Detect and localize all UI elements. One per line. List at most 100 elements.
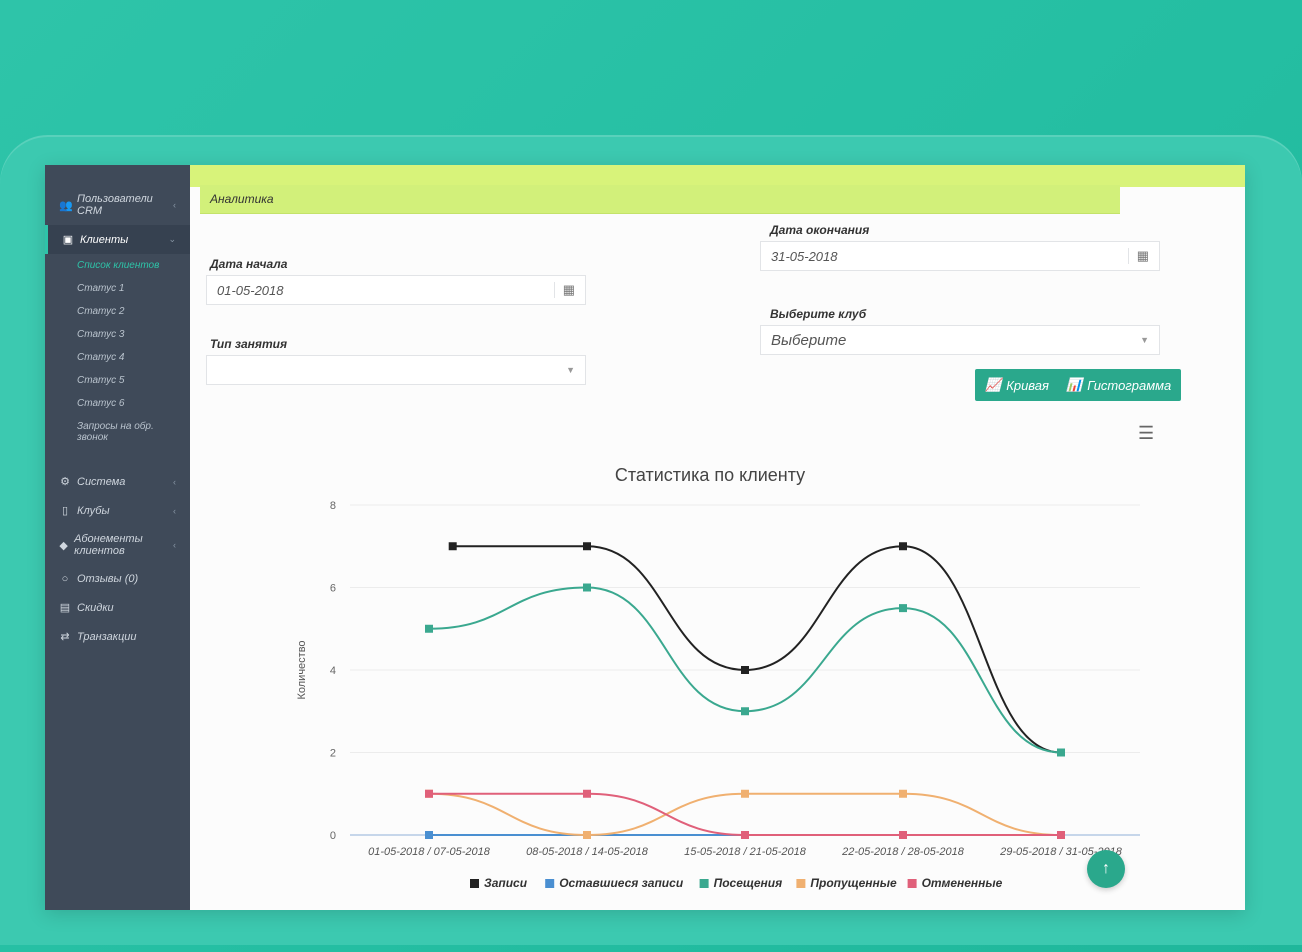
comment-icon: ○: [61, 573, 69, 585]
data-point: [741, 707, 749, 716]
caret-down-icon: ▼: [566, 365, 575, 375]
start-date-value: 01-05-2018: [217, 282, 284, 298]
end-date-value: 31-05-2018: [771, 248, 838, 264]
top-banner: [190, 165, 1245, 187]
diamond-icon: ◆: [59, 539, 68, 552]
main-content: Аналитика Дата окончания 31-05-2018 ▦ Да…: [190, 165, 1245, 910]
data-point: [899, 542, 907, 551]
line-chart-icon: 📈: [985, 377, 1002, 392]
data-point: [741, 789, 749, 798]
caret-down-icon: ▼: [1140, 335, 1149, 345]
y-tick-label: 4: [330, 665, 336, 677]
sidebar-subitem-status-4[interactable]: Статус 4: [45, 346, 190, 369]
sidebar-item-clients[interactable]: ▣ Клиенты ⌄: [45, 225, 190, 254]
series-line: [428, 792, 1062, 837]
sidebar-item-label: Скидки: [77, 601, 114, 614]
data-point: [1057, 831, 1065, 839]
sidebar-item-system[interactable]: ⚙ Система ‹: [45, 467, 190, 496]
legend-swatch: [470, 879, 479, 888]
series-line: [428, 792, 1061, 837]
y-tick-label: 8: [330, 500, 336, 512]
sidebar: 👥 Пользователи CRM ‹ ▣ Клиенты ⌄ Список …: [45, 165, 190, 910]
sidebar-subitem-status-6[interactable]: Статус 6: [45, 392, 190, 415]
sidebar-item-reviews[interactable]: ○ Отзывы (0): [45, 565, 190, 593]
data-point: [741, 831, 749, 839]
legend-swatch: [545, 879, 555, 888]
users-icon: 👥: [59, 199, 73, 212]
y-axis-label: Количество: [296, 640, 308, 699]
y-tick-label: 6: [330, 583, 336, 595]
exchange-icon: ⇄: [60, 631, 70, 643]
sidebar-subitem-status-3[interactable]: Статус 3: [45, 323, 190, 346]
sidebar-subitem-status-5[interactable]: Статус 5: [45, 369, 190, 392]
sidebar-subitem-client-list[interactable]: Список клиентов: [45, 254, 190, 277]
calendar-icon[interactable]: ▦: [553, 282, 575, 298]
chevron-left-icon: ‹: [173, 540, 176, 550]
data-point: [583, 542, 591, 551]
sidebar-subitem-callback-requests[interactable]: Запросы на обр. звонок: [45, 415, 190, 449]
x-tick-label: 15-05-2018 / 21-05-2018: [684, 846, 807, 858]
start-date-field[interactable]: 01-05-2018 ▦: [206, 275, 586, 305]
y-tick-label: 0: [330, 830, 336, 842]
histogram-button[interactable]: 📊 Гистограмма: [1056, 369, 1182, 401]
sidebar-item-subscriptions[interactable]: ◆ Абонементы клиентов ‹: [45, 525, 190, 565]
data-point: [899, 604, 907, 613]
legend-swatch: [907, 879, 917, 888]
club-select-value: Выберите: [771, 331, 847, 349]
chart-menu-icon[interactable]: ☰: [1138, 423, 1154, 444]
scroll-top-button[interactable]: ↑: [1087, 850, 1125, 888]
legend-label: Посещения: [714, 876, 783, 890]
start-date-label: Дата начала: [210, 257, 288, 271]
series-line: [452, 545, 1062, 754]
data-point: [899, 789, 907, 798]
building-icon: ▯: [61, 505, 69, 517]
sidebar-item-label: Система: [77, 475, 126, 488]
x-tick-label: 01-05-2018 / 07-05-2018: [368, 846, 491, 858]
chevron-down-icon: ⌄: [168, 234, 176, 244]
data-point: [425, 624, 433, 633]
data-point: [583, 789, 591, 798]
data-point: [1057, 748, 1065, 757]
club-select[interactable]: Выберите ▼: [760, 325, 1160, 355]
sidebar-item-label: Пользователи CRM: [77, 193, 153, 217]
sidebar-item-label: Клубы: [77, 504, 110, 517]
data-point: [741, 666, 749, 674]
data-point: [448, 542, 457, 551]
data-point: [425, 831, 433, 839]
sidebar-item-label: Отзывы (0): [77, 573, 139, 585]
legend-label: Оставшиеся записи: [559, 876, 684, 890]
x-tick-label: 22-05-2018 / 28-05-2018: [841, 846, 965, 858]
sidebar-item-label: Абонементы клиентов: [74, 533, 143, 557]
percent-icon: ▤: [59, 602, 71, 614]
legend-label: Отмененные: [922, 876, 1003, 890]
chevron-left-icon: ‹: [173, 476, 176, 487]
sidebar-item-clubs[interactable]: ▯ Клубы ‹: [45, 496, 190, 525]
lesson-type-select[interactable]: ▼: [206, 355, 586, 385]
panel-title: Аналитика: [200, 185, 1120, 214]
chevron-left-icon: ‹: [173, 505, 176, 516]
curve-button[interactable]: 📈 Кривая: [975, 369, 1059, 401]
curve-button-label: Кривая: [1006, 377, 1049, 393]
sidebar-item-crm-users[interactable]: 👥 Пользователи CRM ‹: [45, 185, 190, 225]
chevron-left-icon: ‹: [173, 200, 176, 210]
calendar-icon[interactable]: ▦: [1127, 248, 1149, 264]
data-point: [583, 583, 591, 592]
sidebar-subitem-status-2[interactable]: Статус 2: [45, 300, 190, 323]
bar-chart-icon: 📊: [1066, 377, 1083, 392]
arrow-up-icon: ↑: [1102, 860, 1110, 877]
gear-icon: ⚙: [60, 476, 70, 488]
app-screen: 👥 Пользователи CRM ‹ ▣ Клиенты ⌄ Список …: [45, 165, 1245, 910]
legend-label: Пропущенные: [810, 876, 897, 890]
y-tick-label: 2: [330, 748, 336, 760]
histogram-button-label: Гистограмма: [1087, 377, 1172, 393]
sidebar-item-discounts[interactable]: ▤ Скидки: [45, 593, 190, 622]
sidebar-subitem-status-1[interactable]: Статус 1: [45, 277, 190, 300]
lesson-type-label: Тип занятия: [210, 337, 288, 351]
chart-svg: 0 2 4 6 8 Количество 01-05-2018 / 07-05-2018 08…: [296, 500, 1140, 890]
end-date-field[interactable]: 31-05-2018 ▦: [760, 241, 1160, 271]
sidebar-item-transactions[interactable]: ⇄ Транзакции: [45, 622, 190, 651]
data-point: [425, 789, 433, 798]
x-tick-label: 08-05-2018 / 14-05-2018: [526, 846, 649, 858]
legend-swatch: [796, 879, 806, 888]
club-label: Выберите клуб: [770, 307, 867, 321]
